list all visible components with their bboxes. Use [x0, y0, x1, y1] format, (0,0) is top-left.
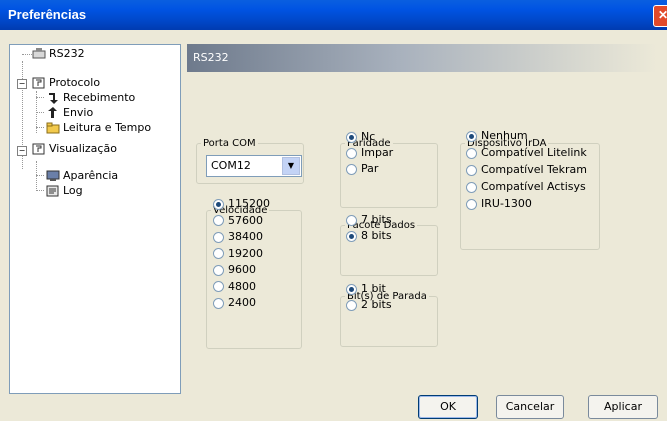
radio-indicator[interactable] — [213, 264, 224, 276]
radio-label: Impar — [361, 146, 394, 159]
navigation-tree[interactable]: − − RS232 Protocolo Recebimento Envio Le… — [9, 44, 181, 394]
close-button[interactable]: ✕ — [653, 5, 667, 27]
radio-irda-3[interactable]: Compatível Actisys — [466, 180, 586, 194]
radio-label: 115200 — [228, 197, 270, 210]
apply-button[interactable]: Aplicar — [588, 395, 658, 419]
dialog-client-area: − − RS232 Protocolo Recebimento Envio Le… — [4, 30, 663, 419]
tree-item-protocolo[interactable]: Protocolo — [32, 76, 100, 90]
radio-label: 2400 — [228, 296, 256, 309]
radio-label: Compatível Actisys — [481, 180, 586, 193]
radio-velocidade-5[interactable]: 4800 — [213, 280, 256, 294]
radio-label: 8 bits — [361, 229, 392, 242]
radio-indicator[interactable] — [213, 215, 224, 226]
window-title: Preferências — [8, 7, 87, 22]
expander-visualizacao[interactable]: − — [17, 146, 27, 156]
radio-indicator[interactable] — [346, 230, 357, 242]
radio-label: 4800 — [228, 279, 256, 293]
radio-label: 2 bits — [361, 298, 392, 311]
radio-velocidade-2[interactable]: 38400 — [213, 230, 263, 244]
folder-icon — [46, 122, 60, 134]
send-arrow-icon — [46, 107, 60, 119]
radio-paridade-0[interactable]: Nc — [346, 130, 375, 144]
radio-paridade-2[interactable]: Par — [346, 162, 378, 176]
radio-indicator[interactable] — [213, 281, 224, 292]
radio-velocidade-3[interactable]: 19200 — [213, 247, 263, 261]
tree-item-aparencia[interactable]: Aparência — [46, 169, 118, 183]
radio-irda-0[interactable]: Nenhum — [466, 129, 528, 143]
porta-com-value: COM12 — [211, 159, 251, 172]
tree-item-envio[interactable]: Envio — [46, 106, 93, 120]
title-bar[interactable]: Preferências ✕ — [0, 0, 667, 30]
radio-label: IRU-1300 — [481, 197, 532, 210]
section-header: RS232 — [187, 44, 657, 72]
radio-label: 57600 — [228, 213, 263, 227]
radio-pacote-dados-1[interactable]: 8 bits — [346, 229, 392, 243]
radio-indicator[interactable] — [213, 297, 224, 309]
receive-arrow-icon — [46, 92, 60, 104]
radio-label: 7 bits — [361, 213, 392, 226]
tree-item-log[interactable]: Log — [46, 184, 83, 198]
radio-bits-parada-0[interactable]: 1 bit — [346, 282, 386, 296]
radio-velocidade-1[interactable]: 57600 — [213, 214, 263, 228]
radio-label: 1 bit — [361, 282, 386, 295]
radio-label: Par — [361, 162, 379, 175]
radio-velocidade-6[interactable]: 2400 — [213, 296, 256, 310]
radio-label: Nenhum — [481, 129, 528, 142]
radio-irda-2[interactable]: Compatível Tekram — [466, 163, 587, 177]
radio-bits-parada-1[interactable]: 2 bits — [346, 298, 392, 312]
radio-label: 19200 — [228, 246, 263, 260]
porta-com-legend: Porta COM — [203, 138, 256, 149]
radio-indicator[interactable] — [466, 130, 477, 142]
chevron-down-icon[interactable]: ▼ — [282, 157, 300, 175]
radio-indicator[interactable] — [346, 214, 357, 226]
tree-item-recebimento[interactable]: Recebimento — [46, 91, 135, 105]
radio-indicator[interactable] — [466, 147, 477, 159]
expander-protocolo[interactable]: − — [17, 79, 27, 89]
log-icon — [46, 185, 60, 197]
radio-pacote-dados-0[interactable]: 7 bits — [346, 213, 392, 227]
radio-indicator[interactable] — [346, 147, 357, 159]
radio-velocidade-4[interactable]: 9600 — [213, 263, 256, 277]
section-header-title: RS232 — [193, 51, 229, 64]
radio-indicator[interactable] — [213, 198, 224, 210]
radio-indicator[interactable] — [213, 248, 224, 259]
radio-label: Nc — [361, 130, 376, 143]
radio-indicator[interactable] — [346, 299, 357, 311]
radio-paridade-1[interactable]: Impar — [346, 146, 393, 160]
radio-velocidade-0[interactable]: 115200 — [213, 197, 270, 211]
porta-com-select[interactable]: COM12 ▼ — [206, 155, 302, 177]
tree-item-leitura-e-tempo[interactable]: Leitura e Tempo — [46, 121, 151, 135]
serial-port-icon — [32, 48, 46, 60]
radio-label: 38400 — [228, 230, 263, 243]
tree-item-rs232[interactable]: RS232 — [32, 47, 85, 61]
radio-irda-4[interactable]: IRU-1300 — [466, 197, 532, 211]
radio-indicator[interactable] — [213, 231, 224, 243]
ok-button[interactable]: OK — [418, 395, 478, 419]
radio-indicator[interactable] — [346, 163, 357, 175]
appearance-icon — [46, 170, 60, 182]
radio-irda-1[interactable]: Compatível Litelink — [466, 146, 587, 160]
radio-indicator[interactable] — [346, 283, 357, 295]
radio-label: Compatível Litelink — [481, 146, 587, 159]
radio-indicator[interactable] — [466, 164, 477, 176]
cancel-button[interactable]: Cancelar — [496, 395, 564, 419]
view-icon — [32, 143, 46, 155]
radio-indicator[interactable] — [346, 131, 357, 143]
radio-label: 9600 — [228, 263, 256, 276]
radio-label: Compatível Tekram — [481, 163, 588, 176]
radio-indicator[interactable] — [466, 198, 477, 210]
radio-indicator[interactable] — [466, 181, 477, 193]
protocol-icon — [32, 77, 46, 89]
tree-item-visualizacao[interactable]: Visualização — [32, 142, 117, 156]
